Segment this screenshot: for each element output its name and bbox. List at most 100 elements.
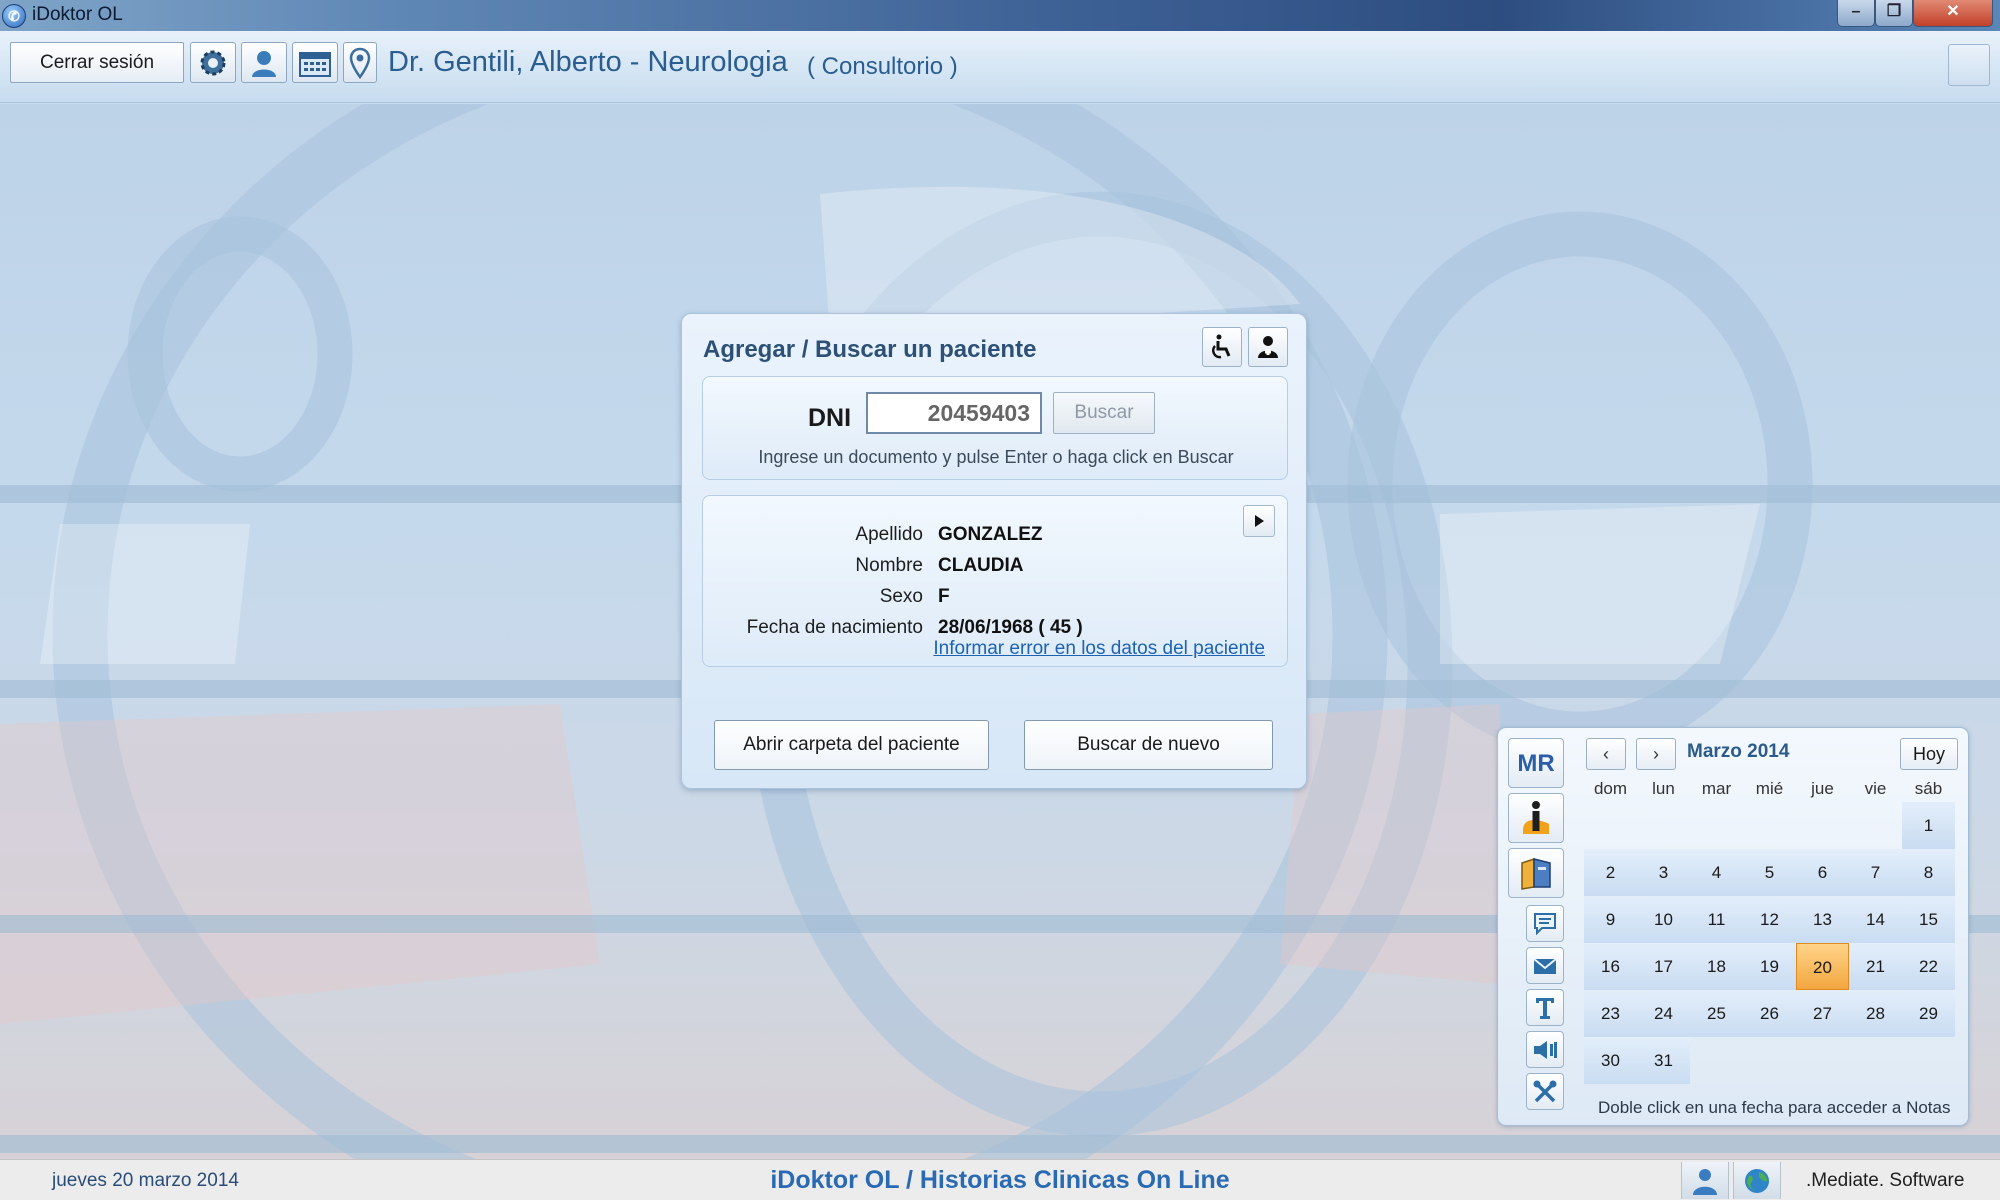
calendar-day[interactable]: 28 bbox=[1849, 990, 1902, 1037]
calendar-empty-cell bbox=[1743, 802, 1796, 849]
calendar-day[interactable]: 8 bbox=[1902, 849, 1955, 896]
calendar-day[interactable]: 17 bbox=[1637, 943, 1690, 990]
calendar-day[interactable]: 16 bbox=[1584, 943, 1637, 990]
calendar-days-grid: 1 2 3 4 5 6 7 8 9 10 11 12 13 14 15 16 17 18 19 20 21 22 23 24 2… bbox=[1584, 802, 1957, 1084]
gear-icon[interactable] bbox=[190, 42, 236, 83]
next-month-button[interactable]: › bbox=[1636, 738, 1676, 770]
calendar-empty-cell bbox=[1849, 802, 1902, 849]
calendar-day[interactable]: 1 bbox=[1902, 802, 1955, 849]
mail-icon[interactable] bbox=[1526, 947, 1564, 984]
calendar-day-selected[interactable]: 20 bbox=[1796, 943, 1849, 990]
calendar-day[interactable]: 29 bbox=[1902, 990, 1955, 1037]
calendar-day[interactable]: 19 bbox=[1743, 943, 1796, 990]
search-again-button[interactable]: Buscar de nuevo bbox=[1024, 720, 1273, 770]
sex-label: Sexo bbox=[879, 586, 923, 607]
dni-input[interactable] bbox=[866, 392, 1042, 434]
calendar-day[interactable]: 22 bbox=[1902, 943, 1955, 990]
calendar-day[interactable]: 12 bbox=[1743, 896, 1796, 943]
surname-value: GONZALEZ bbox=[938, 524, 1043, 545]
weekday-label: vie bbox=[1864, 779, 1887, 798]
calendar-day[interactable]: 9 bbox=[1584, 896, 1637, 943]
calendar-day[interactable]: 15 bbox=[1902, 896, 1955, 943]
calendar-day[interactable]: 23 bbox=[1584, 990, 1637, 1037]
book-icon[interactable] bbox=[1508, 848, 1564, 898]
minimize-button[interactable]: – bbox=[1837, 0, 1875, 27]
report-error-link[interactable]: Informar error en los datos del paciente bbox=[933, 638, 1265, 660]
sex-value: F bbox=[938, 586, 950, 607]
calendar-day[interactable]: 5 bbox=[1743, 849, 1796, 896]
office-location: ( Consultorio ) bbox=[807, 53, 958, 80]
search-button[interactable]: Buscar bbox=[1053, 392, 1155, 434]
calendar-empty-cell bbox=[1743, 1037, 1796, 1084]
weekday-label: mar bbox=[1701, 779, 1732, 798]
open-patient-folder-button[interactable]: Abrir carpeta del paciente bbox=[714, 720, 989, 770]
calendar-day[interactable]: 24 bbox=[1637, 990, 1690, 1037]
window-titlebar: ✆ iDoktor OL – ❐ ✕ bbox=[0, 0, 2000, 31]
users-icon[interactable] bbox=[1681, 1162, 1729, 1199]
calendar-month-label: Marzo 2014 bbox=[1687, 741, 1790, 762]
dni-label: DNI bbox=[808, 404, 852, 432]
doctor-name: Dr. Gentili, Alberto - Neurologia bbox=[388, 46, 788, 78]
calendar-empty-cell bbox=[1637, 802, 1690, 849]
today-button[interactable]: Hoy bbox=[1900, 738, 1958, 770]
birth-date-label: Fecha de nacimiento bbox=[746, 617, 923, 638]
patient-info-panel: Apellido GONZALEZ Nombre CLAUDIA Sexo F … bbox=[702, 495, 1288, 667]
user-icon[interactable] bbox=[241, 42, 287, 83]
info-icon[interactable] bbox=[1508, 793, 1564, 843]
chat-icon[interactable] bbox=[1526, 905, 1564, 942]
mr-label: MR bbox=[1517, 750, 1555, 777]
patient-icon[interactable] bbox=[1248, 327, 1288, 367]
calendar-day[interactable]: 14 bbox=[1849, 896, 1902, 943]
calendar-empty-cell bbox=[1902, 1037, 1955, 1084]
calendar-day[interactable]: 7 bbox=[1849, 849, 1902, 896]
maximize-button[interactable]: ❐ bbox=[1875, 0, 1913, 27]
window-title: iDoktor OL bbox=[32, 4, 123, 25]
calendar-day[interactable]: 6 bbox=[1796, 849, 1849, 896]
location-pin-icon[interactable] bbox=[343, 42, 377, 83]
search-hint: Ingrese un documento y pulse Enter o hag… bbox=[758, 447, 1234, 467]
prev-month-button[interactable]: ‹ bbox=[1586, 738, 1626, 770]
expand-button[interactable] bbox=[1243, 505, 1275, 537]
text-icon[interactable] bbox=[1526, 989, 1564, 1026]
patient-search-dialog: Agregar / Buscar un paciente DNI Buscar … bbox=[681, 313, 1307, 789]
calendar-empty-cell bbox=[1690, 1037, 1743, 1084]
dni-search-panel: DNI Buscar Ingrese un documento y pulse … bbox=[702, 376, 1288, 480]
wheelchair-icon[interactable] bbox=[1202, 327, 1242, 367]
vendor-name: .Mediate. Software bbox=[1806, 1170, 1965, 1191]
surname-label: Apellido bbox=[855, 524, 923, 545]
calendar-day[interactable]: 11 bbox=[1690, 896, 1743, 943]
close-button[interactable]: ✕ bbox=[1913, 0, 1993, 27]
calendar-day[interactable]: 27 bbox=[1796, 990, 1849, 1037]
calendar-day[interactable]: 2 bbox=[1584, 849, 1637, 896]
weekday-label: jue bbox=[1811, 779, 1834, 798]
weekday-label: mié bbox=[1755, 779, 1784, 798]
calendar-icon[interactable] bbox=[292, 42, 338, 83]
logout-button[interactable]: Cerrar sesión bbox=[10, 42, 184, 83]
mr-icon[interactable]: MR bbox=[1508, 738, 1564, 788]
globe-icon[interactable] bbox=[1733, 1162, 1781, 1199]
weekday-label: sáb bbox=[1914, 779, 1943, 798]
calendar-day[interactable]: 4 bbox=[1690, 849, 1743, 896]
toolbar-right-button[interactable] bbox=[1948, 44, 1990, 86]
speaker-icon[interactable] bbox=[1526, 1031, 1564, 1068]
calendar-day[interactable]: 25 bbox=[1690, 990, 1743, 1037]
birth-date-value: 28/06/1968 ( 45 ) bbox=[938, 617, 1083, 638]
calendar-hint: Doble click en una fecha para acceder a … bbox=[1598, 1098, 1951, 1117]
calendar-day[interactable]: 31 bbox=[1637, 1037, 1690, 1084]
calendar-empty-cell bbox=[1796, 1037, 1849, 1084]
calendar-day[interactable]: 26 bbox=[1743, 990, 1796, 1037]
calendar-day[interactable]: 13 bbox=[1796, 896, 1849, 943]
calendar-day[interactable]: 21 bbox=[1849, 943, 1902, 990]
calendar-day[interactable]: 30 bbox=[1584, 1037, 1637, 1084]
name-label: Nombre bbox=[855, 555, 923, 576]
dialog-title: Agregar / Buscar un paciente bbox=[703, 336, 1037, 363]
name-value: CLAUDIA bbox=[938, 555, 1024, 576]
calendar-empty-cell bbox=[1796, 802, 1849, 849]
status-bar: jueves 20 marzo 2014 iDoktor OL / Histor… bbox=[0, 1159, 2000, 1200]
calendar-day[interactable]: 3 bbox=[1637, 849, 1690, 896]
calendar-empty-cell bbox=[1690, 802, 1743, 849]
calendar-empty-cell bbox=[1849, 1037, 1902, 1084]
main-toolbar: Cerrar sesión Dr. Gentili, Alberto - Neu… bbox=[0, 31, 2000, 103]
calendar-day[interactable]: 18 bbox=[1690, 943, 1743, 990]
calendar-day[interactable]: 10 bbox=[1637, 896, 1690, 943]
